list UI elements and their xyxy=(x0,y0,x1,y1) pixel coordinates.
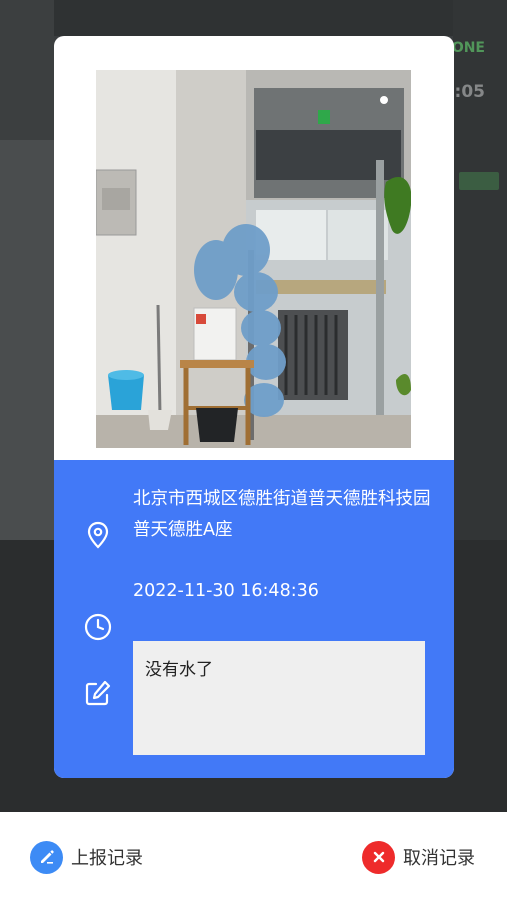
location-pin-icon xyxy=(87,521,109,549)
record-timestamp: 2022-11-30 16:48:36 xyxy=(133,581,319,601)
report-record-button[interactable]: 上报记录 xyxy=(30,840,143,874)
close-icon xyxy=(362,840,395,874)
captured-photo[interactable] xyxy=(96,70,411,448)
record-location: 北京市西城区德胜街道普天德胜科技园普天德胜A座 xyxy=(133,489,431,540)
note-input[interactable]: 没有水了 xyxy=(133,641,425,755)
photo-icon xyxy=(96,70,411,448)
clock-icon xyxy=(84,613,112,641)
cancel-record-label: 取消记录 xyxy=(403,848,475,869)
pencil-icon xyxy=(30,840,63,874)
report-record-label: 上报记录 xyxy=(71,848,143,869)
background-status-text: ONE xyxy=(451,40,485,56)
bottom-action-bar: 上报记录 取消记录 xyxy=(0,812,507,900)
background-status-time: :05 xyxy=(454,82,485,102)
edit-icon xyxy=(85,680,111,706)
record-card: 北京市西城区德胜街道普天德胜科技园普天德胜A座 2022-11-30 16:48… xyxy=(54,36,454,778)
cancel-record-button[interactable]: 取消记录 xyxy=(362,840,475,874)
record-info-panel: 北京市西城区德胜街道普天德胜科技园普天德胜A座 2022-11-30 16:48… xyxy=(54,460,454,778)
